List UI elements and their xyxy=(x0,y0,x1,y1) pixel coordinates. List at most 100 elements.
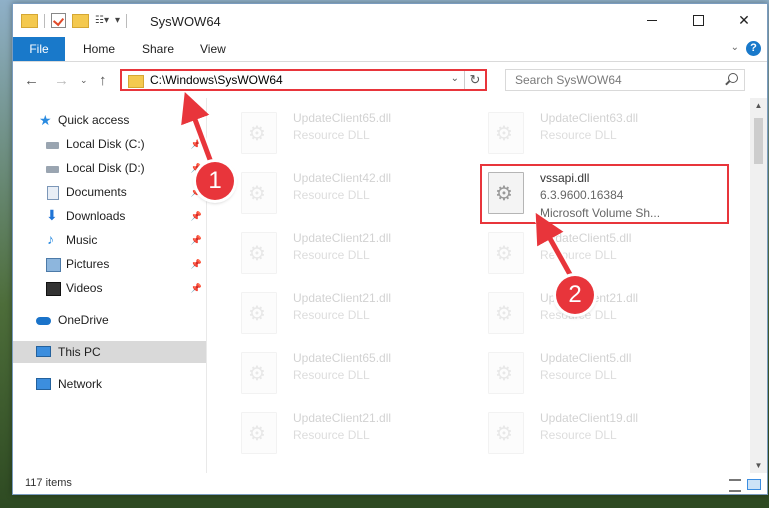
file-description: Resource DLL xyxy=(293,128,370,142)
dll-file-icon xyxy=(241,112,277,154)
tab-view[interactable]: View xyxy=(200,37,226,61)
close-button[interactable]: ✕ xyxy=(721,4,767,37)
sidebar-item-label: Pictures xyxy=(66,257,110,271)
sidebar-item-this-pc[interactable]: This PC xyxy=(13,341,206,363)
customize-toolbar-icon[interactable]: ☷▾ xyxy=(95,15,109,26)
sidebar-item-music[interactable]: ♪ Music 📌 xyxy=(13,229,206,251)
sidebar-item-documents[interactable]: Documents 📌 xyxy=(13,181,206,203)
sidebar-item-videos[interactable]: Videos 📌 xyxy=(13,277,206,299)
properties-icon[interactable] xyxy=(51,13,66,28)
file-description: Resource DLL xyxy=(540,248,617,262)
file-description: Resource DLL xyxy=(540,428,617,442)
tab-share[interactable]: Share xyxy=(142,37,174,61)
sidebar-item-label: Downloads xyxy=(66,209,126,223)
large-icons-view-icon[interactable] xyxy=(747,479,761,490)
tab-home[interactable]: Home xyxy=(83,37,115,61)
search-box[interactable] xyxy=(505,69,745,91)
file-item[interactable]: UpdateClient19.dll Resource DLL xyxy=(480,404,715,456)
download-icon: ⬇ xyxy=(46,207,58,223)
callout-badge-2: 2 xyxy=(556,276,594,314)
sidebar-item-quick-access[interactable]: ★ Quick access xyxy=(13,109,206,131)
maximize-button[interactable] xyxy=(675,4,721,37)
pane-divider[interactable] xyxy=(206,98,207,473)
sidebar-item-onedrive[interactable]: OneDrive xyxy=(13,309,206,331)
file-item[interactable]: UpdateClient5.dll Resource DLL xyxy=(480,344,715,396)
new-folder-icon[interactable] xyxy=(72,13,89,28)
up-icon[interactable]: ↑ xyxy=(99,72,107,89)
search-icon[interactable] xyxy=(728,73,738,83)
file-name: UpdateClient21.dll xyxy=(293,231,392,245)
file-name: UpdateClient65.dll xyxy=(293,351,392,365)
dll-file-icon xyxy=(241,352,277,394)
window-title: SysWOW64 xyxy=(150,14,221,29)
minimize-button[interactable] xyxy=(629,4,675,37)
file-description: Resource DLL xyxy=(293,308,370,322)
file-description: Resource DLL xyxy=(293,368,370,382)
maximize-icon xyxy=(692,15,704,26)
sidebar-item-label: Documents xyxy=(66,185,127,199)
pin-icon[interactable]: 📌 xyxy=(191,253,202,275)
chevron-down-icon[interactable]: ⌄ xyxy=(451,73,459,84)
explorer-window: ☷▾ ▾ SysWOW64 ✕ File Home Share View ⌄ ?… xyxy=(12,3,768,495)
file-name: UpdateClient21.dll xyxy=(293,411,392,425)
pin-icon[interactable]: 📌 xyxy=(191,133,202,155)
pin-icon[interactable]: 📌 xyxy=(191,205,202,227)
file-item[interactable]: UpdateClient65.dll Resource DLL xyxy=(233,104,468,156)
item-count: 117 items xyxy=(25,477,72,489)
dll-file-icon xyxy=(488,232,524,274)
status-bar: 117 items xyxy=(13,473,767,494)
dll-file-icon xyxy=(488,412,524,454)
file-item[interactable]: UpdateClient21.dll Resource DLL xyxy=(233,284,468,336)
navigation-bar: ← → ⌄ ↑ C:\Windows\SysWOW64 ⌄ ↻ xyxy=(13,62,767,98)
pin-icon[interactable]: 📌 xyxy=(191,277,202,299)
search-input[interactable] xyxy=(506,70,725,90)
tab-file[interactable]: File xyxy=(13,37,65,61)
sidebar-item-pictures[interactable]: Pictures 📌 xyxy=(13,253,206,275)
expand-ribbon-icon[interactable]: ⌄ xyxy=(731,42,739,53)
pin-icon[interactable]: 📌 xyxy=(191,229,202,251)
computer-icon xyxy=(36,346,51,357)
drive-icon xyxy=(46,142,59,149)
details-view-icon[interactable] xyxy=(729,479,741,492)
file-description: Resource DLL xyxy=(293,248,370,262)
scroll-down-icon[interactable]: ▼ xyxy=(750,461,767,470)
dll-file-icon xyxy=(488,292,524,334)
sidebar-item-local-disk-d[interactable]: Local Disk (D:) 📌 xyxy=(13,157,206,179)
file-item[interactable]: UpdateClient21.dll Resource DLL xyxy=(480,284,715,336)
scrollbar-thumb[interactable] xyxy=(754,118,763,164)
pictures-icon xyxy=(46,258,61,272)
address-path[interactable]: C:\Windows\SysWOW64 xyxy=(150,73,283,87)
recent-locations-icon[interactable]: ⌄ xyxy=(80,75,88,86)
file-name: UpdateClient19.dll xyxy=(540,411,639,425)
forward-icon[interactable]: → xyxy=(54,72,69,89)
file-name: UpdateClient5.dll xyxy=(540,231,632,245)
file-item[interactable]: UpdateClient21.dll Resource DLL xyxy=(233,404,468,456)
help-icon[interactable]: ? xyxy=(746,41,761,56)
dll-file-icon xyxy=(241,232,277,274)
refresh-icon[interactable]: ↻ xyxy=(464,71,485,89)
scroll-up-icon[interactable]: ▲ xyxy=(750,101,767,110)
sidebar-item-label: Local Disk (C:) xyxy=(66,137,145,151)
sidebar-item-label: This PC xyxy=(58,345,101,359)
sidebar-item-local-disk-c[interactable]: Local Disk (C:) 📌 xyxy=(13,133,206,155)
file-item[interactable]: UpdateClient21.dll Resource DLL xyxy=(233,224,468,276)
sidebar-item-label: Network xyxy=(58,377,103,391)
file-item[interactable]: UpdateClient42.dll Resource DLL xyxy=(233,164,468,216)
vertical-scrollbar[interactable]: ▲ ▼ xyxy=(750,98,767,473)
title-bar: ☷▾ ▾ SysWOW64 ✕ xyxy=(13,4,767,37)
sidebar-item-downloads[interactable]: ⬇ Downloads 📌 xyxy=(13,205,206,227)
quick-access-toolbar: ☷▾ ▾ xyxy=(21,13,128,28)
sidebar-item-network[interactable]: Network xyxy=(13,373,206,395)
toolbar-dropdown-icon[interactable]: ▾ xyxy=(115,15,120,26)
file-name: UpdateClient63.dll xyxy=(540,111,639,125)
navigation-pane: ★ Quick access Local Disk (C:) 📌 Local D… xyxy=(13,98,206,473)
ribbon-tabs: File Home Share View ⌄ ? xyxy=(13,37,767,62)
file-item[interactable]: UpdateClient63.dll Resource DLL xyxy=(480,104,715,156)
file-item[interactable]: UpdateClient65.dll Resource DLL xyxy=(233,344,468,396)
file-description: Resource DLL xyxy=(293,428,370,442)
back-icon[interactable]: ← xyxy=(24,72,39,89)
file-item[interactable]: UpdateClient5.dll Resource DLL xyxy=(480,224,715,276)
address-bar[interactable]: C:\Windows\SysWOW64 ⌄ ↻ xyxy=(120,69,487,91)
sidebar-item-label: Local Disk (D:) xyxy=(66,161,145,175)
file-list: UpdateClient65.dll Resource DLL UpdateCl… xyxy=(221,98,743,473)
